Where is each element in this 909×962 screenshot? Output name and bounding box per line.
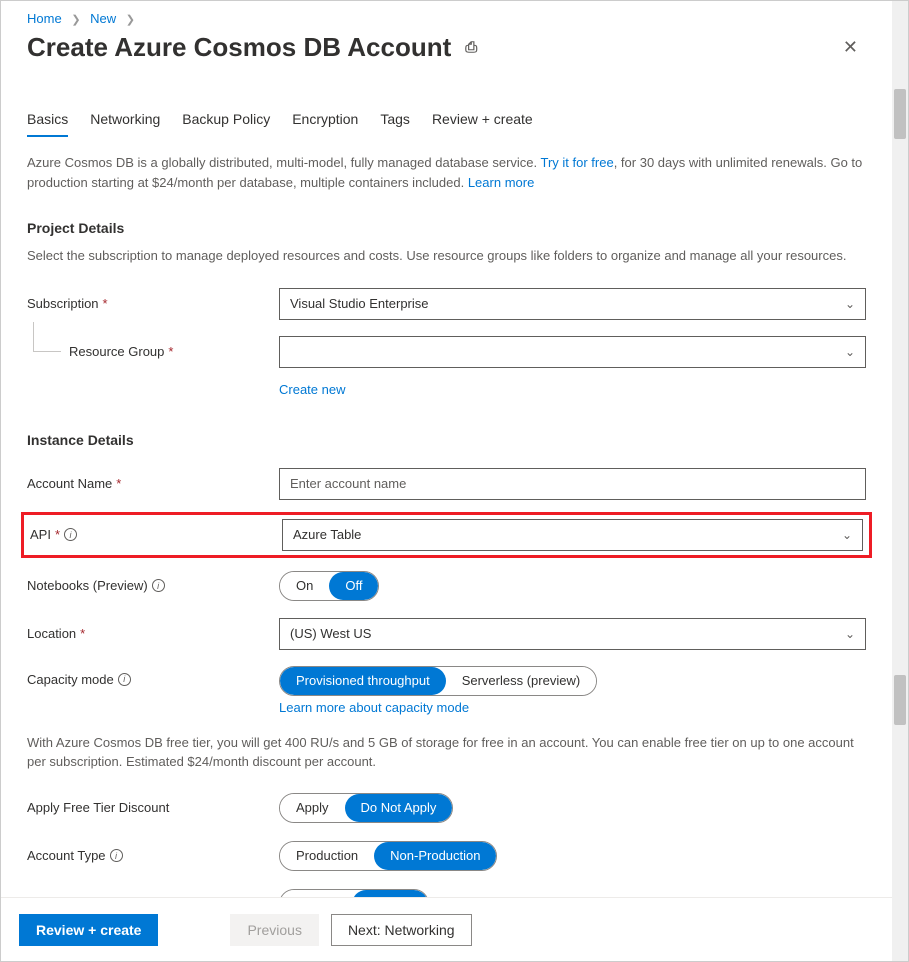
free-tier-description: With Azure Cosmos DB free tier, you will…	[27, 733, 866, 772]
notebooks-label: Notebooks (Preview) i	[27, 578, 279, 593]
chevron-down-icon: ⌄	[845, 345, 855, 359]
tab-backup-policy[interactable]: Backup Policy	[182, 111, 270, 137]
notebooks-on[interactable]: On	[280, 572, 329, 600]
info-icon[interactable]: i	[118, 673, 131, 686]
chevron-down-icon: ⌄	[842, 528, 852, 542]
tab-encryption[interactable]: Encryption	[292, 111, 358, 137]
previous-button[interactable]: Previous	[230, 914, 318, 946]
close-button[interactable]: ✕	[835, 33, 866, 62]
learn-more-link[interactable]: Learn more	[468, 175, 534, 190]
free-tier-toggle[interactable]: Apply Do Not Apply	[279, 793, 453, 823]
info-icon[interactable]: i	[64, 528, 77, 541]
pin-icon[interactable]: ⎙	[465, 39, 477, 56]
notebooks-toggle[interactable]: On Off	[279, 571, 379, 601]
page-title: Create Azure Cosmos DB Account ⎙	[27, 32, 477, 63]
account-type-production[interactable]: Production	[280, 842, 374, 870]
capacity-mode-label: Capacity mode i	[27, 666, 279, 687]
info-icon[interactable]: i	[152, 579, 165, 592]
breadcrumb-home[interactable]: Home	[27, 11, 62, 26]
chevron-right-icon: ❯	[126, 14, 135, 26]
intro-text: Azure Cosmos DB is a globally distribute…	[27, 153, 866, 192]
try-free-link[interactable]: Try it for free	[541, 155, 614, 170]
account-name-label: Account Name*	[27, 476, 279, 491]
create-new-rg-link[interactable]: Create new	[279, 382, 345, 397]
location-label: Location*	[27, 626, 279, 641]
breadcrumb-new[interactable]: New	[90, 11, 116, 26]
project-details-desc: Select the subscription to manage deploy…	[27, 246, 866, 266]
scrollbar[interactable]	[892, 1, 908, 961]
info-icon[interactable]: i	[110, 849, 123, 862]
chevron-down-icon: ⌄	[845, 297, 855, 311]
scrollbar-thumb[interactable]	[894, 675, 906, 725]
footer: Review + create Previous Next: Networkin…	[1, 897, 892, 961]
account-type-label: Account Type i	[27, 848, 279, 863]
tab-tags[interactable]: Tags	[380, 111, 410, 137]
free-tier-apply[interactable]: Apply	[280, 794, 345, 822]
subscription-select[interactable]: Visual Studio Enterprise ⌄	[279, 288, 866, 320]
review-create-button[interactable]: Review + create	[19, 914, 158, 946]
chevron-down-icon: ⌄	[845, 627, 855, 641]
api-label: API* i	[30, 527, 282, 542]
tab-networking[interactable]: Networking	[90, 111, 160, 137]
tab-bar: Basics Networking Backup Policy Encrypti…	[27, 111, 866, 137]
account-type-toggle[interactable]: Production Non-Production	[279, 841, 497, 871]
project-details-heading: Project Details	[27, 220, 866, 236]
location-select[interactable]: (US) West US ⌄	[279, 618, 866, 650]
capacity-serverless[interactable]: Serverless (preview)	[446, 667, 596, 695]
capacity-learn-more-link[interactable]: Learn more about capacity mode	[279, 700, 469, 715]
resource-group-label: Resource Group*	[27, 344, 279, 359]
api-highlight: API* i Azure Table ⌄	[21, 512, 872, 558]
capacity-provisioned[interactable]: Provisioned throughput	[280, 667, 446, 695]
subscription-label: Subscription*	[27, 296, 279, 311]
chevron-right-icon: ❯	[71, 14, 80, 26]
tab-review-create[interactable]: Review + create	[432, 111, 533, 137]
instance-details-heading: Instance Details	[27, 432, 866, 448]
resource-group-select[interactable]: ⌄	[279, 336, 866, 368]
api-select[interactable]: Azure Table ⌄	[282, 519, 863, 551]
account-type-nonproduction[interactable]: Non-Production	[374, 842, 496, 870]
breadcrumb: Home ❯ New ❯	[27, 11, 866, 26]
free-tier-label: Apply Free Tier Discount	[27, 800, 279, 815]
account-name-input[interactable]: Enter account name	[279, 468, 866, 500]
notebooks-off[interactable]: Off	[329, 572, 378, 600]
free-tier-do-not-apply[interactable]: Do Not Apply	[345, 794, 453, 822]
capacity-mode-toggle[interactable]: Provisioned throughput Serverless (previ…	[279, 666, 597, 696]
next-button[interactable]: Next: Networking	[331, 914, 472, 946]
scrollbar-thumb[interactable]	[894, 89, 906, 139]
tab-basics[interactable]: Basics	[27, 111, 68, 137]
